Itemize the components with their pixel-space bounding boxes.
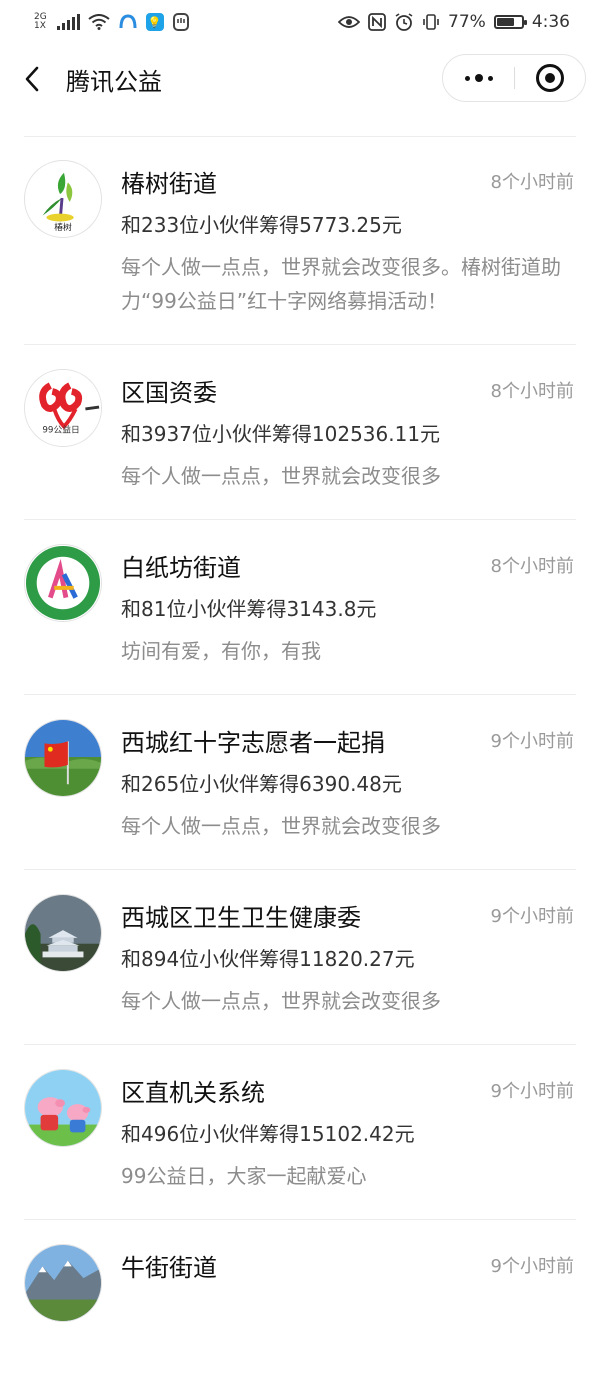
avatar [24,719,102,797]
chevron-left-icon[interactable] [18,64,48,94]
item-name[interactable]: 区国资委 [121,373,217,408]
item-raised: 和3937位小伙伴筹得102536.11元 [121,422,441,446]
baizhifang-logo-icon [25,545,101,621]
list-item[interactable]: 白纸坊街道 8个小时前 和81位小伙伴筹得3143.8元 坊间有爱，有你，有我 [0,520,600,695]
status-bar: 2G 1X 💡 77% 4:36 [0,0,600,44]
avatar [24,1069,102,1147]
temple-photo-icon [25,895,101,971]
avatar-text: 99公益日 [42,423,79,435]
item-time: 8个小时前 [490,172,574,193]
item-name[interactable]: 西城红十字志愿者一起捐 [121,723,385,758]
menu-capsule [442,54,586,102]
nfc-icon [368,13,386,31]
battery-percent: 77% [448,12,486,32]
avatar: 椿树 [24,160,102,238]
list-item[interactable]: 区直机关系统 9个小时前 和496位小伙伴筹得15102.42元 99公益日，大… [0,1045,600,1220]
chunshu-logo-icon: 椿树 [42,172,74,233]
item-desc: 坊间有爱，有你，有我 [121,639,321,663]
item-desc: 每个人做一点点，世界就会改变很多 [121,464,441,488]
app-notification-icon [119,14,137,29]
list-item[interactable]: 99公益日 区国资委 8个小时前 和3937位小伙伴筹得102536.11元 每… [0,345,600,520]
item-desc: 每个人做一点点，世界就会改变很多 [121,989,441,1013]
item-raised: 和265位小伙伴筹得6390.48元 [121,772,402,796]
more-button[interactable] [443,55,514,101]
avatar [24,894,102,972]
bulb-app-icon: 💡 [145,13,164,31]
network-sub-label: 1X [34,21,46,31]
eye-icon [338,16,361,28]
list-item[interactable]: 椿树 椿树街道 8个小时前 和233位小伙伴筹得5773.25元 每个人做一点点… [0,136,600,345]
avatar-text: 椿树 [54,221,72,233]
item-name[interactable]: 西城区卫生卫生健康委 [121,898,361,933]
item-raised: 和496位小伙伴筹得15102.42元 [121,1122,415,1146]
item-time: 9个小时前 [490,1081,574,1102]
clock: 4:36 [531,12,570,32]
signal-icon [56,14,80,30]
flag-photo-icon [25,720,101,796]
item-name[interactable]: 区直机关系统 [121,1073,265,1108]
item-name[interactable]: 牛街街道 [121,1248,217,1283]
item-time: 8个小时前 [490,556,574,577]
99-charity-day-logo-icon: 99公益日 [25,370,101,446]
wifi-icon [88,14,110,30]
alarm-icon [395,13,413,31]
cartoon-pig-avatar-icon [25,1070,101,1146]
target-close-icon [535,64,564,92]
list-item[interactable]: 西城区卫生卫生健康委 9个小时前 和894位小伙伴筹得11820.27元 每个人… [0,870,600,1045]
shield-icon [172,13,189,31]
item-time: 9个小时前 [490,731,574,752]
avatar: 99公益日 [24,369,102,447]
nav-bar: 腾讯公益 [0,44,600,116]
item-raised: 和894位小伙伴筹得11820.27元 [121,947,415,971]
status-right: 77% 4:36 [338,12,570,32]
item-time: 9个小时前 [490,1256,574,1277]
item-desc: 99公益日，大家一起献爱心 [121,1164,367,1188]
network-type: 2G 1X [34,13,47,31]
page-title: 腾讯公益 [66,68,162,96]
item-name[interactable]: 白纸坊街道 [121,548,241,583]
donation-list: 椿树 椿树街道 8个小时前 和233位小伙伴筹得5773.25元 每个人做一点点… [0,136,600,1395]
item-raised: 和81位小伙伴筹得3143.8元 [121,597,377,621]
list-item[interactable]: 西城红十字志愿者一起捐 9个小时前 和265位小伙伴筹得6390.48元 每个人… [0,695,600,870]
item-time: 9个小时前 [490,906,574,927]
item-name[interactable]: 椿树街道 [121,164,217,199]
list-item[interactable]: 牛街街道 9个小时前 [0,1220,600,1395]
status-left: 2G 1X 💡 [34,12,190,32]
item-raised: 和233位小伙伴筹得5773.25元 [121,213,402,237]
item-time: 8个小时前 [490,381,574,402]
battery-icon [493,15,527,29]
avatar [24,544,102,622]
avatar [24,1244,102,1322]
mountain-photo-icon [25,1245,101,1321]
item-desc: 每个人做一点点，世界就会改变很多。椿树街道助力“99公益日”红十字网络募捐活动！ [121,255,561,313]
item-desc: 每个人做一点点，世界就会改变很多 [121,814,441,838]
more-dots-icon [464,74,493,82]
close-button[interactable] [514,55,585,101]
vibrate-icon [423,14,439,30]
